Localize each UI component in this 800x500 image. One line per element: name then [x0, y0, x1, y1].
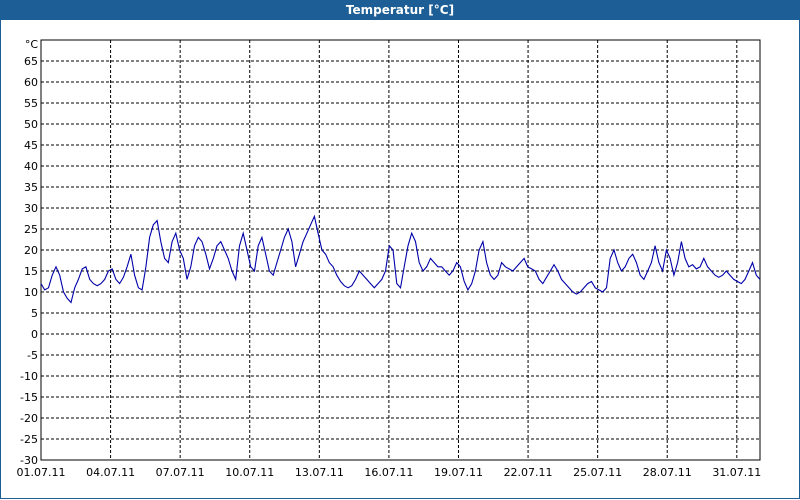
x-axis-tick-labels: 01.07.11 04.07.11 07.07.11 10.07.11 13.07.11… [17, 466, 762, 479]
y-tick-label: 65 [24, 55, 38, 68]
x-tick-label: 16.07.11 [364, 466, 413, 479]
x-tick-label: 28.07.11 [643, 466, 692, 479]
y-tick-label: 35 [24, 181, 38, 194]
chart-panel: -30 -25 -20 -15 -10 -5 0 5 10 15 20 25 30 35 40 45 50 55 6… [0, 20, 800, 499]
y-tick-label: 55 [24, 97, 38, 110]
y-tick-label: 15 [24, 265, 38, 278]
x-tick-label: 25.07.11 [573, 466, 622, 479]
y-axis-tick-labels: -30-25-20-15-10-505101520253035404550556… [20, 55, 38, 467]
chart-title: Temperatur [°C] [0, 0, 800, 20]
y-tick-label: 25 [24, 223, 38, 236]
y-tick-label: 30 [24, 202, 38, 215]
x-tick-label: 10.07.11 [225, 466, 274, 479]
x-tick-label: 04.07.11 [86, 466, 135, 479]
y-tick-label: 10 [24, 286, 38, 299]
x-tick-label: 19.07.11 [434, 466, 483, 479]
y-tick-label: -20 [20, 412, 38, 425]
y-tick-label: 50 [24, 118, 38, 131]
temperature-chart: -30-25-20-15-10-505101520253035404550556… [17, 38, 762, 479]
y-tick-label: -25 [20, 433, 38, 446]
y-tick-label: 60 [24, 76, 38, 89]
x-tick-label: 31.07.11 [712, 466, 761, 479]
x-tick-label: 13.07.11 [295, 466, 344, 479]
y-axis-unit-label: °C [25, 38, 39, 51]
y-tick-label: -5 [27, 349, 38, 362]
y-tick-label: 20 [24, 244, 38, 257]
x-tick-label: 07.07.11 [156, 466, 205, 479]
y-tick-label: 45 [24, 139, 38, 152]
y-tick-label: -10 [20, 370, 38, 383]
y-tick-label: -15 [20, 391, 38, 404]
y-tick-label: 0 [31, 328, 38, 341]
y-tick-label: 40 [24, 160, 38, 173]
y-tick-label: 5 [31, 307, 38, 320]
x-tick-label: 01.07.11 [17, 466, 66, 479]
x-tick-label: 22.07.11 [504, 466, 553, 479]
